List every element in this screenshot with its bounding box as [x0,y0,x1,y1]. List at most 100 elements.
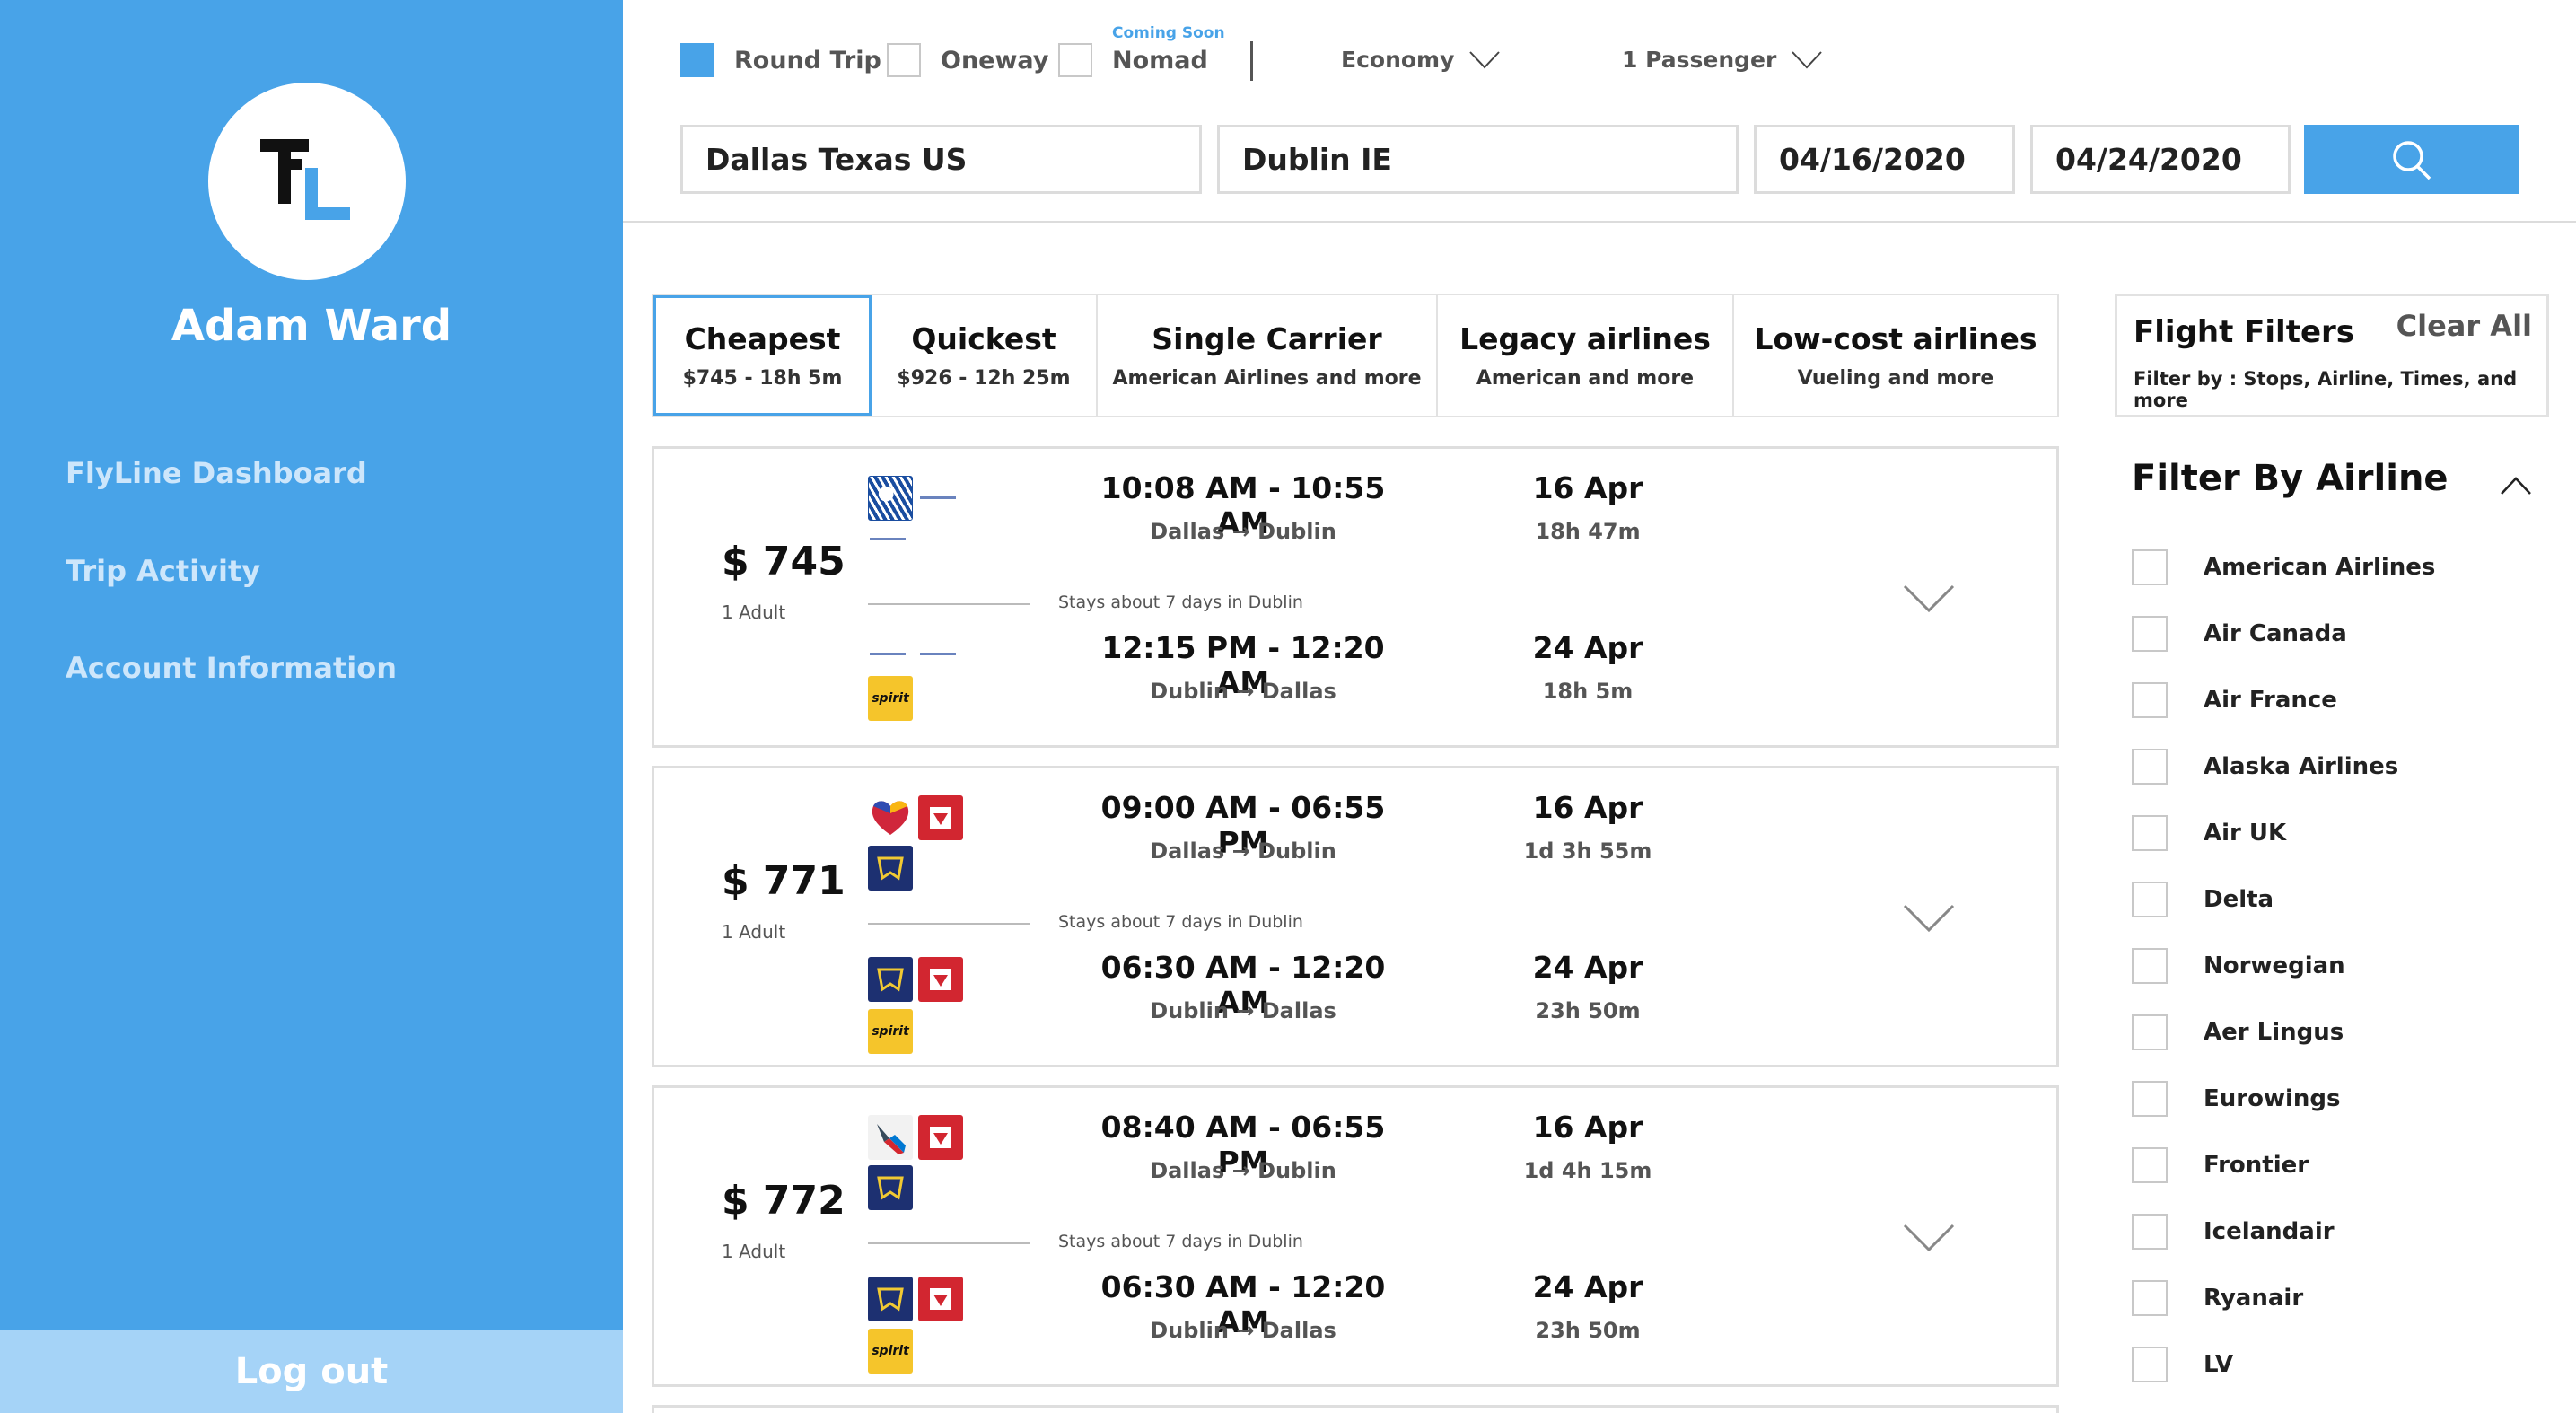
airline-checkbox[interactable] [2132,1147,2168,1183]
norwegian-airlines-logo [918,1115,963,1160]
cabin-class-dropdown[interactable]: Economy [1341,47,1501,73]
return-duration: 23h 50m [1535,1318,1641,1343]
airline-filter-delta[interactable]: Delta [2132,882,2274,917]
chevron-down-icon[interactable] [1902,584,1956,614]
airline-checkbox[interactable] [2132,682,2168,718]
nomad-checkbox[interactable] [1058,43,1092,77]
return-route: Dublin → Dallas [1076,679,1410,704]
tab-subtitle: $926 - 12h 25m [897,367,1071,390]
return-airline-logos: spirit [868,648,968,721]
passenger-dropdown[interactable]: 1 Passenger [1622,47,1823,73]
tab-quickest[interactable]: Quickest $926 - 12h 25m [872,295,1098,416]
airline-checkbox[interactable] [2132,549,2168,585]
nomad-label: Nomad [1112,46,1208,75]
route-origin: Dublin [1150,1318,1229,1343]
airline-label: Eurowings [2204,1085,2341,1112]
passenger-value: 1 Passenger [1622,47,1777,73]
nav-flyline-dashboard[interactable]: FlyLine Dashboard [66,456,367,490]
route-origin: Dublin [1150,679,1229,704]
airline-checkbox[interactable] [2132,815,2168,851]
arrow-right-icon: → [1231,838,1250,864]
chevron-down-icon[interactable] [1902,903,1956,934]
airline-wordmark-logo [918,492,963,505]
filters-title: Flight Filters [2134,314,2355,350]
tab-legacy-airlines[interactable]: Legacy airlines American and more [1438,295,1734,416]
outbound-airline-logos [868,476,968,546]
airline-label: LV [2204,1351,2234,1378]
tab-cheapest[interactable]: Cheapest $745 - 18h 5m [653,295,872,416]
tab-single-carrier[interactable]: Single Carrier American Airlines and mor… [1098,295,1438,416]
search-button[interactable] [2304,125,2519,194]
airline-filter-eurowings[interactable]: Eurowings [2132,1081,2340,1117]
norwegian-airlines-logo [918,957,963,1002]
american-airlines-logo [868,1115,913,1160]
airline-label: Delta [2204,886,2274,913]
airline-filter-norwegian[interactable]: Norwegian [2132,948,2345,984]
flight-card[interactable] [652,1405,2059,1413]
airline-filter-lv[interactable]: LV [2132,1347,2233,1382]
ryanair-logo [868,1165,913,1210]
airline-checkbox[interactable] [2132,948,2168,984]
airline-filter-frontier[interactable]: Frontier [2132,1147,2309,1183]
airline-filter-american-airlines[interactable]: American Airlines [2132,549,2435,585]
airline-filter-alaska-airlines[interactable]: Alaska Airlines [2132,749,2398,785]
trip-type-oneway[interactable]: Oneway [887,43,1048,77]
destination-input[interactable]: Dublin IE [1217,125,1739,194]
trip-type-round-trip[interactable]: Round Trip [680,43,881,77]
flight-card[interactable]: $ 771 1 Adult Stays about 7 days in Dubl… [652,766,2059,1067]
tab-subtitle: $745 - 18h 5m [682,367,843,390]
airline-checkbox[interactable] [2132,616,2168,652]
airline-wordmark-logo [868,648,913,661]
airline-label: Norwegian [2204,952,2345,979]
airline-checkbox[interactable] [2132,1280,2168,1316]
tab-title: Legacy airlines [1459,321,1711,356]
outbound-airline-logos [868,1115,968,1210]
ryanair-logo [868,846,913,891]
return-date-input[interactable]: 04/24/2020 [2030,125,2291,194]
airline-label: Frontier [2204,1152,2309,1179]
airline-label: Air France [2204,687,2337,714]
route-origin: Dallas [1150,1158,1225,1183]
arrow-right-icon: → [1231,1158,1250,1183]
airline-filter-ryanair[interactable]: Ryanair [2132,1280,2303,1316]
round-trip-checkbox[interactable] [680,43,714,77]
chevron-down-icon [1469,50,1501,68]
return-date: 24 Apr [1532,950,1643,985]
flight-price: $ 745 [722,539,846,584]
airline-checkbox[interactable] [2132,749,2168,785]
logout-button[interactable]: Log out [0,1330,623,1413]
return-airline-logos: spirit [868,1277,968,1374]
nav-account-information[interactable]: Account Information [66,651,397,685]
chevron-down-icon[interactable] [1902,1223,1956,1253]
flight-filters-panel: Flight Filters Clear All Filter by : Sto… [2115,294,2549,417]
oneway-checkbox[interactable] [887,43,921,77]
airline-checkbox[interactable] [2132,882,2168,917]
tab-low-cost-airlines[interactable]: Low-cost airlines Vueling and more [1734,295,2057,416]
airline-checkbox[interactable] [2132,1014,2168,1050]
divider [868,603,1030,605]
divider [868,1242,1030,1244]
spirit-airlines-logo: spirit [868,676,913,721]
trip-type-nomad[interactable]: Nomad [1058,43,1208,77]
airline-checkbox[interactable] [2132,1347,2168,1382]
flight-card[interactable]: $ 745 1 Adult Stays about 7 days in Dubl… [652,446,2059,748]
outbound-route: Dallas → Dublin [1076,838,1410,864]
outbound-duration: 1d 4h 15m [1523,1158,1652,1183]
united-airlines-logo [868,476,913,521]
chevron-up-icon[interactable] [2500,476,2532,496]
clear-all-button[interactable]: Clear All [2396,309,2532,343]
airline-checkbox[interactable] [2132,1081,2168,1117]
flight-card[interactable]: $ 772 1 Adult Stays about 7 days in Dubl… [652,1085,2059,1387]
depart-date-input[interactable]: 04/16/2020 [1754,125,2015,194]
airline-filter-air-uk[interactable]: Air UK [2132,815,2286,851]
route-origin: Dublin [1150,998,1229,1023]
airline-filter-icelandair[interactable]: Icelandair [2132,1214,2335,1250]
airline-filter-aer-lingus[interactable]: Aer Lingus [2132,1014,2344,1050]
nav-trip-activity[interactable]: Trip Activity [66,554,260,588]
airline-filter-air-france[interactable]: Air France [2132,682,2337,718]
airline-checkbox[interactable] [2132,1214,2168,1250]
stay-duration: Stays about 7 days in Dublin [1058,1232,1303,1251]
outbound-duration: 1d 3h 55m [1523,838,1652,864]
airline-filter-air-canada[interactable]: Air Canada [2132,616,2347,652]
origin-input[interactable]: Dallas Texas US [680,125,1202,194]
